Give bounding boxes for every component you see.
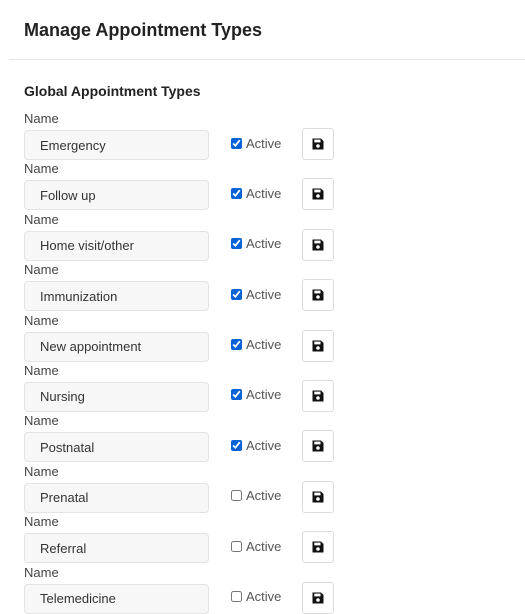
active-toggle[interactable]: Active [231, 337, 281, 353]
save-icon [312, 289, 324, 301]
active-label: Active [246, 185, 282, 201]
active-label: Active [246, 437, 282, 453]
appointment-type-list: Name Active Name Active Name Active Name Active… [0, 110, 525, 614]
active-label: Active [246, 538, 282, 554]
save-button[interactable] [302, 480, 334, 513]
name-field-label: Name [24, 514, 59, 530]
active-toggle[interactable]: Active [231, 286, 281, 302]
save-icon [312, 239, 324, 251]
appointment-type-row: Name Active [0, 362, 525, 412]
active-checkbox[interactable] [231, 490, 242, 502]
header-divider [9, 59, 525, 60]
active-toggle[interactable]: Active [231, 236, 281, 252]
active-toggle[interactable]: Active [231, 185, 281, 201]
appointment-type-name-input[interactable] [24, 432, 209, 463]
active-toggle[interactable]: Active [231, 135, 281, 151]
save-button[interactable] [302, 128, 334, 160]
save-icon [312, 138, 324, 150]
name-field-label: Name [24, 111, 59, 126]
active-checkbox[interactable] [231, 389, 242, 401]
appointment-type-row: Name Active [0, 211, 525, 261]
active-label: Active [246, 589, 282, 605]
active-checkbox[interactable] [231, 439, 242, 451]
name-field-label: Name [24, 564, 59, 580]
appointment-type-row: Name Active [0, 513, 525, 564]
appointment-type-row: Name Active [0, 160, 525, 211]
active-label: Active [246, 135, 282, 151]
active-checkbox[interactable] [231, 238, 242, 250]
appointment-type-name-input[interactable] [24, 533, 209, 564]
active-checkbox[interactable] [231, 339, 242, 351]
name-field-label: Name [24, 312, 59, 328]
active-toggle[interactable]: Active [231, 538, 281, 554]
appointment-type-row: Name Active [0, 261, 525, 312]
save-button[interactable] [302, 329, 334, 362]
name-field-label: Name [24, 211, 59, 227]
save-icon [312, 340, 324, 352]
save-button[interactable] [302, 430, 334, 463]
active-checkbox[interactable] [231, 137, 242, 149]
appointment-type-row: Name Active [0, 564, 525, 614]
active-checkbox[interactable] [231, 288, 242, 300]
active-toggle[interactable]: Active [231, 488, 281, 504]
appointment-type-name-input[interactable] [24, 381, 209, 412]
save-icon [312, 390, 324, 402]
section-title: Global Appointment Types [24, 83, 201, 99]
active-label: Active [246, 488, 282, 504]
active-toggle[interactable]: Active [231, 437, 281, 453]
appointment-type-row: Name Active [0, 312, 525, 362]
appointment-type-row: Name Active [0, 412, 525, 463]
appointment-type-name-input[interactable] [24, 482, 209, 513]
active-label: Active [246, 286, 282, 302]
active-checkbox[interactable] [231, 591, 242, 603]
save-icon [312, 541, 324, 553]
name-field-label: Name [24, 161, 59, 177]
appointment-type-row: Name Active [0, 463, 525, 513]
name-field-label: Name [24, 262, 59, 278]
save-button[interactable] [302, 531, 334, 564]
save-button[interactable] [302, 379, 334, 412]
page-header: Manage Appointment Types [0, 0, 525, 59]
save-button[interactable] [302, 178, 334, 211]
appointment-type-row: Name Active [0, 110, 525, 160]
active-label: Active [246, 236, 282, 252]
appointment-type-name-input[interactable] [24, 331, 209, 362]
save-icon [312, 188, 324, 200]
save-icon [312, 592, 324, 604]
appointment-type-name-input[interactable] [24, 130, 209, 160]
active-label: Active [246, 337, 282, 353]
save-icon [312, 491, 324, 503]
name-field-label: Name [24, 413, 59, 429]
active-checkbox[interactable] [231, 187, 242, 199]
name-field-label: Name [24, 463, 59, 479]
appointment-type-name-input[interactable] [24, 180, 209, 211]
active-label: Active [246, 387, 282, 403]
active-toggle[interactable]: Active [231, 589, 281, 605]
save-button[interactable] [302, 279, 334, 312]
appointment-type-name-input[interactable] [24, 281, 209, 312]
appointment-type-name-input[interactable] [24, 583, 209, 614]
name-field-label: Name [24, 362, 59, 378]
save-icon [312, 440, 324, 452]
active-toggle[interactable]: Active [231, 387, 281, 403]
page-title: Manage Appointment Types [24, 20, 263, 40]
save-button[interactable] [302, 581, 334, 614]
appointment-type-name-input[interactable] [24, 230, 209, 261]
save-button[interactable] [302, 228, 334, 261]
active-checkbox[interactable] [231, 540, 242, 552]
